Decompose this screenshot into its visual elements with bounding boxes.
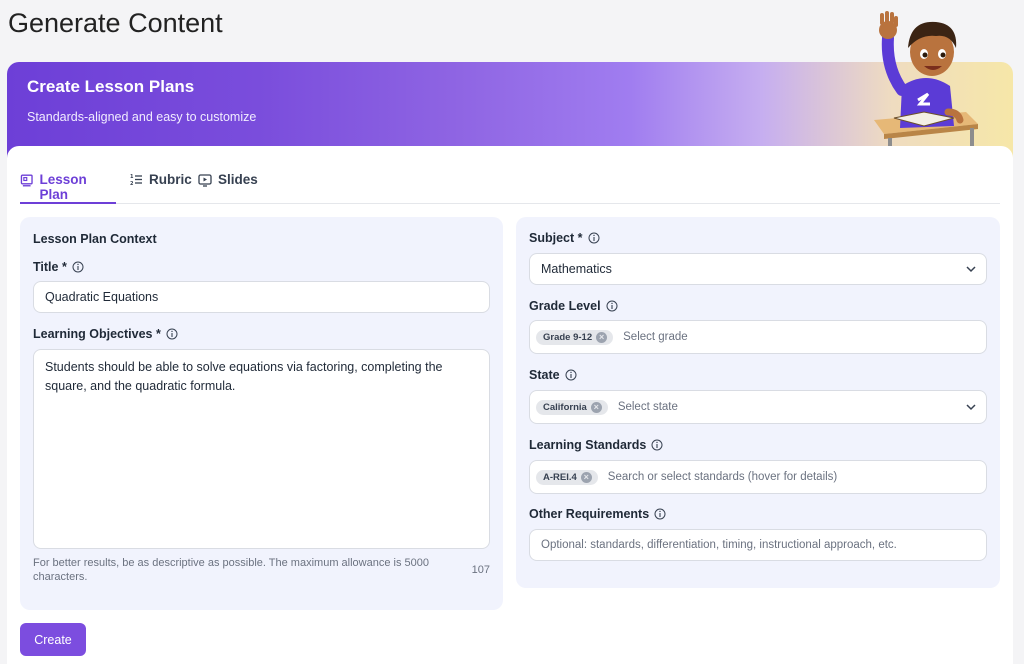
grade-label: Grade Level [529,299,618,313]
other-placeholder: Optional: standards, differentiation, ti… [541,539,897,551]
standards-placeholder: Search or select standards (hover for de… [607,471,838,483]
chevron-down-icon [966,266,976,273]
content-card: Lesson Plan 12 Rubric Slides Lesson Plan… [7,146,1013,664]
title-label: Title * [33,260,84,274]
objectives-label-text: Learning Objectives * [33,327,161,341]
objectives-label: Learning Objectives * [33,327,178,341]
tab-rubric-label: Rubric [149,172,192,187]
settings-panel: Subject * Mathematics Grade Level Grade … [516,217,1000,588]
grade-chip-label: Grade 9-12 [543,331,593,343]
state-placeholder: Select state [617,401,678,413]
subject-label-text: Subject * [529,231,583,245]
grade-label-text: Grade Level [529,299,601,313]
info-icon[interactable] [72,261,84,273]
chevron-down-icon [966,404,976,411]
info-icon[interactable] [166,328,178,340]
other-requirements-label: Other Requirements [529,507,666,521]
hero-title: Create Lesson Plans [27,77,195,96]
grade-chip[interactable]: Grade 9-12 × [536,329,614,345]
info-icon[interactable] [654,508,666,520]
slides-icon [198,174,212,187]
tab-bar: Lesson Plan 12 Rubric Slides [20,164,1000,204]
other-label-text: Other Requirements [529,507,650,521]
title-input[interactable]: Quadratic Equations [33,281,490,313]
state-label-text: State [529,368,560,382]
state-select[interactable]: California × Select state [529,390,987,424]
state-chip-label: California [543,401,587,413]
info-icon[interactable] [588,232,600,244]
hero-subtitle: Standards-aligned and easy to customize [27,110,257,124]
tab-rubric[interactable]: 12 Rubric [130,172,192,204]
tab-slides[interactable]: Slides [198,172,258,204]
section-title: Lesson Plan Context [33,232,157,246]
state-chip[interactable]: California × [536,399,608,415]
create-button[interactable]: Create [20,623,86,656]
lesson-plan-icon [20,174,33,187]
title-label-text: Title * [33,260,67,274]
subject-select[interactable]: Mathematics [529,253,987,285]
other-requirements-input[interactable]: Optional: standards, differentiation, ti… [529,529,987,561]
lesson-context-panel: Lesson Plan Context Title * Quadratic Eq… [20,217,503,610]
character-count: 107 [471,564,490,576]
standards-label: Learning Standards [529,438,663,452]
standards-label-text: Learning Standards [529,438,647,452]
helper-text: For better results, be as descriptive as… [33,557,429,583]
state-label: State [529,368,577,382]
remove-icon[interactable]: × [590,401,602,413]
mascot-illustration [874,11,978,148]
svg-text:1: 1 [130,174,134,180]
objectives-value: Students should be able to solve equatio… [45,360,443,393]
tab-slides-label: Slides [218,172,258,187]
info-icon[interactable] [565,369,577,381]
standard-chip-label: A-REI.4 [543,471,577,483]
info-icon[interactable] [651,439,663,451]
tab-lesson-plan-label: Lesson Plan [39,172,87,202]
remove-icon[interactable]: × [580,471,592,483]
list-icon: 12 [130,174,142,186]
standards-select[interactable]: A-REI.4 × Search or select standards (hov… [529,460,987,494]
page-title: Generate Content [8,8,223,38]
subject-label: Subject * [529,231,600,245]
subject-value: Mathematics [541,262,612,276]
svg-text:2: 2 [130,181,134,186]
title-input-value: Quadratic Equations [45,290,159,304]
remove-icon[interactable]: × [596,331,608,343]
grade-placeholder: Select grade [623,331,688,343]
tab-lesson-plan[interactable]: Lesson Plan [20,172,116,204]
grade-select[interactable]: Grade 9-12 × Select grade [529,320,987,354]
objectives-textarea[interactable]: Students should be able to solve equatio… [33,349,490,549]
standard-chip[interactable]: A-REI.4 × [536,469,598,485]
info-icon[interactable] [606,300,618,312]
